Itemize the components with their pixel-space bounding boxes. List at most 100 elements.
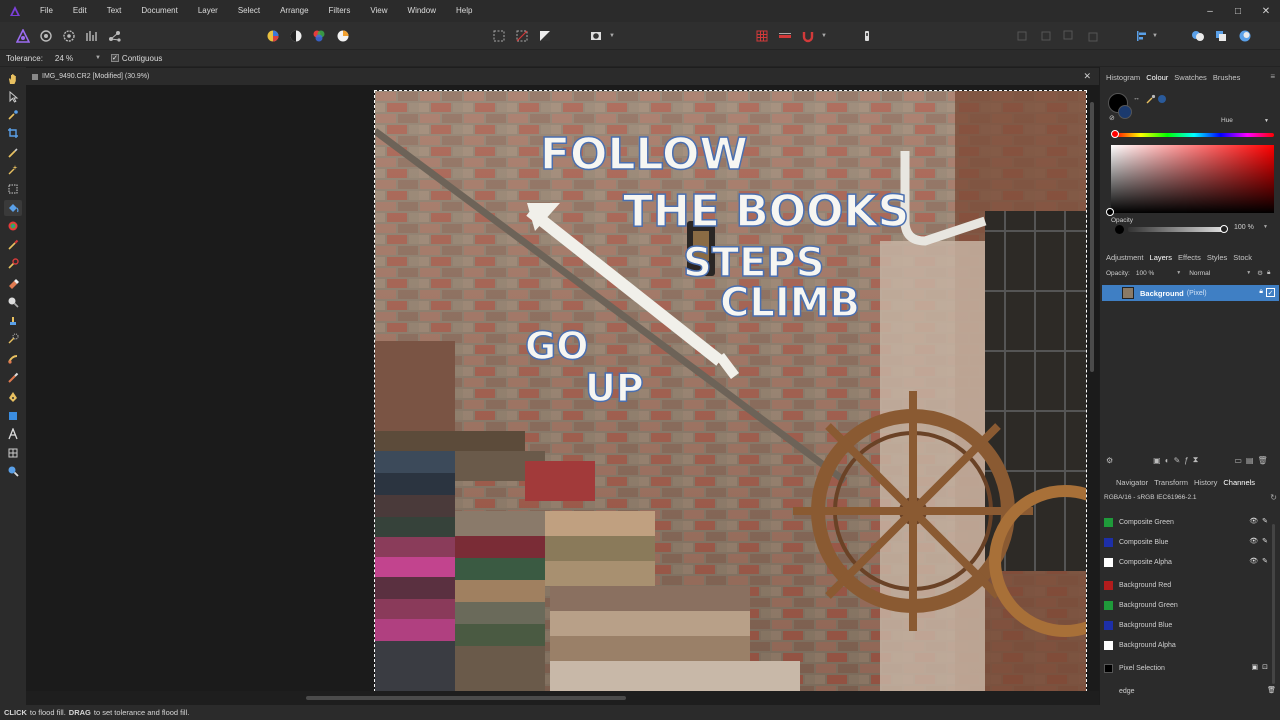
tab-history[interactable]: History [1194, 478, 1217, 487]
quick-mask-icon[interactable] [587, 27, 605, 45]
menu-window[interactable]: Window [398, 0, 446, 22]
menu-text[interactable]: Text [97, 0, 132, 22]
refresh-icon[interactable]: ↻ [1270, 493, 1277, 502]
tone-mapping-persona-icon[interactable] [83, 27, 101, 45]
saturation-value-handle[interactable] [1106, 208, 1114, 216]
menu-select[interactable]: Select [228, 0, 270, 22]
secondary-colour-swatch[interactable] [1118, 105, 1132, 119]
auto-contrast-icon[interactable] [287, 27, 305, 45]
panel-menu-icon[interactable]: ≡ [1270, 72, 1275, 81]
erase-brush-tool-icon[interactable] [4, 275, 22, 291]
tab-colour[interactable]: Colour [1146, 73, 1168, 82]
pen-tool-icon[interactable] [4, 389, 22, 405]
colour-opacity-dropdown-icon[interactable]: ▼ [1263, 224, 1268, 230]
hue-slider[interactable] [1114, 133, 1274, 137]
channels-scrollbar[interactable] [1272, 524, 1275, 684]
paint-brush-tool-icon[interactable] [4, 237, 22, 253]
channel-row[interactable]: Composite Blue 👁︎ ✎ [1102, 533, 1270, 551]
hue-slider-handle[interactable] [1111, 130, 1119, 138]
layers-settings-icon[interactable]: ⚙ [1106, 456, 1113, 465]
add-group-icon[interactable]: ▭ [1234, 456, 1242, 465]
saturation-value-picker[interactable] [1111, 145, 1274, 213]
menu-help[interactable]: Help [446, 0, 482, 22]
channel-row[interactable]: Background Red [1102, 576, 1270, 594]
smudge-brush-tool-icon[interactable] [4, 351, 22, 367]
canvas-area[interactable]: FOLLOW THE BOOKS STEPS CLIMB GO UP [26, 85, 1099, 691]
tab-navigator[interactable]: Navigator [1116, 478, 1148, 487]
menu-document[interactable]: Document [131, 0, 187, 22]
tab-effects[interactable]: Effects [1178, 253, 1201, 262]
colour-fill-mode-icon[interactable]: ⊘ [1109, 114, 1115, 122]
tab-stock[interactable]: Stock [1233, 253, 1252, 262]
layer-opacity-dropdown-icon[interactable]: ▼ [1176, 270, 1181, 276]
color-replacement-tool-icon[interactable] [4, 256, 22, 272]
eye-icon[interactable]: 👁︎ [1249, 537, 1258, 545]
move-back-icon[interactable] [1014, 27, 1032, 45]
deselect-icon[interactable] [513, 27, 531, 45]
document-tab[interactable]: IMG_9490.CR2 [Modified] (30.9%) ✕ [26, 68, 1099, 85]
blend-mode-select[interactable]: Normal [1189, 270, 1210, 277]
channel-row[interactable]: Pixel Selection ▣ ⊡ [1102, 659, 1270, 677]
lock-layer-icon[interactable]: 🔒︎ [1267, 269, 1270, 277]
blend-mode-dropdown-icon[interactable]: ▼ [1246, 270, 1251, 276]
move-tool-icon[interactable] [4, 89, 22, 105]
clone-brush-tool-icon[interactable] [4, 313, 22, 329]
flood-fill-tool-icon[interactable] [4, 200, 22, 216]
blend-options-gear-icon[interactable]: ⚙ [1257, 269, 1263, 277]
colour-opacity-value[interactable]: 100 % [1234, 224, 1254, 231]
photo-persona-icon[interactable] [14, 27, 32, 45]
force-pixel-alignment-icon[interactable] [776, 27, 794, 45]
edit-icon[interactable]: ✎ [1262, 537, 1268, 545]
align-icon[interactable] [1133, 27, 1151, 45]
tab-swatches[interactable]: Swatches [1174, 73, 1207, 82]
tolerance-dropdown-icon[interactable]: ▼ [95, 55, 101, 61]
align-dropdown-icon[interactable]: ▼ [1152, 30, 1158, 42]
move-front-icon[interactable] [1083, 27, 1101, 45]
channel-row[interactable]: Composite Alpha 👁︎ ✎ [1102, 553, 1270, 571]
mask-layer-icon[interactable]: ▣ [1153, 456, 1161, 465]
tab-brushes[interactable]: Brushes [1213, 73, 1241, 82]
menu-file[interactable]: File [30, 0, 63, 22]
liquify-persona-icon[interactable] [37, 27, 55, 45]
colour-mode-select[interactable]: Hue ▼ [1218, 115, 1272, 126]
auto-levels-icon[interactable] [264, 27, 282, 45]
tab-styles[interactable]: Styles [1207, 253, 1227, 262]
canvas-horizontal-scrollbar[interactable] [26, 693, 1099, 703]
colour-opacity-slider[interactable] [1128, 227, 1223, 232]
load-selection-icon[interactable]: ⊡ [1262, 663, 1268, 671]
move-forward-icon[interactable] [1060, 27, 1078, 45]
flood-select-tool-icon[interactable] [4, 162, 22, 178]
eyedropper-icon[interactable] [1146, 94, 1156, 106]
tolerance-field[interactable]: 24 % ▼ [55, 52, 101, 65]
layer-lock-icon[interactable]: 🔒︎ [1259, 288, 1263, 296]
tab-channels[interactable]: Channels [1223, 478, 1255, 487]
tab-layers[interactable]: Layers [1150, 253, 1173, 262]
view-tool-icon[interactable] [4, 71, 22, 87]
fx-icon[interactable]: ƒ [1184, 456, 1188, 465]
zoom-tool-icon[interactable] [4, 463, 22, 479]
geometry-add-icon[interactable] [1189, 27, 1207, 45]
snapping-icon[interactable] [753, 27, 771, 45]
document-image[interactable]: FOLLOW THE BOOKS STEPS CLIMB GO UP [374, 90, 1087, 691]
edit-icon[interactable]: ✎ [1262, 517, 1268, 525]
swap-colours-icon[interactable]: ↔ [1133, 95, 1140, 102]
menu-arrange[interactable]: Arrange [270, 0, 318, 22]
tab-transform[interactable]: Transform [1154, 478, 1188, 487]
filters-icon[interactable]: ⧗ [1193, 455, 1199, 465]
contiguous-checkbox[interactable]: ✓ [110, 54, 119, 62]
minimize-button[interactable]: – [1196, 0, 1224, 22]
adjustments-icon[interactable]: ◐ [1165, 456, 1170, 465]
canvas-vertical-scrollbar[interactable] [1087, 92, 1097, 692]
rectangle-tool-icon[interactable] [4, 408, 22, 424]
invert-selection-icon[interactable] [536, 27, 554, 45]
layer-row-background[interactable]: Background (Pixel) 🔒︎ ✓ [1102, 285, 1279, 301]
move-backward-icon[interactable] [1037, 27, 1055, 45]
channel-row[interactable]: Composite Green 👁︎ ✎ [1102, 513, 1270, 531]
layer-opacity-value[interactable]: 100 % [1136, 270, 1154, 277]
channel-row[interactable]: Background Blue [1102, 616, 1270, 634]
selection-to-mask-icon[interactable]: ▣ [1252, 663, 1259, 671]
affinity-logo-icon[interactable] [8, 4, 22, 18]
magnet-icon[interactable] [799, 27, 817, 45]
crop-tool-icon[interactable] [4, 125, 22, 141]
close-window-button[interactable]: ✕ [1252, 0, 1280, 22]
